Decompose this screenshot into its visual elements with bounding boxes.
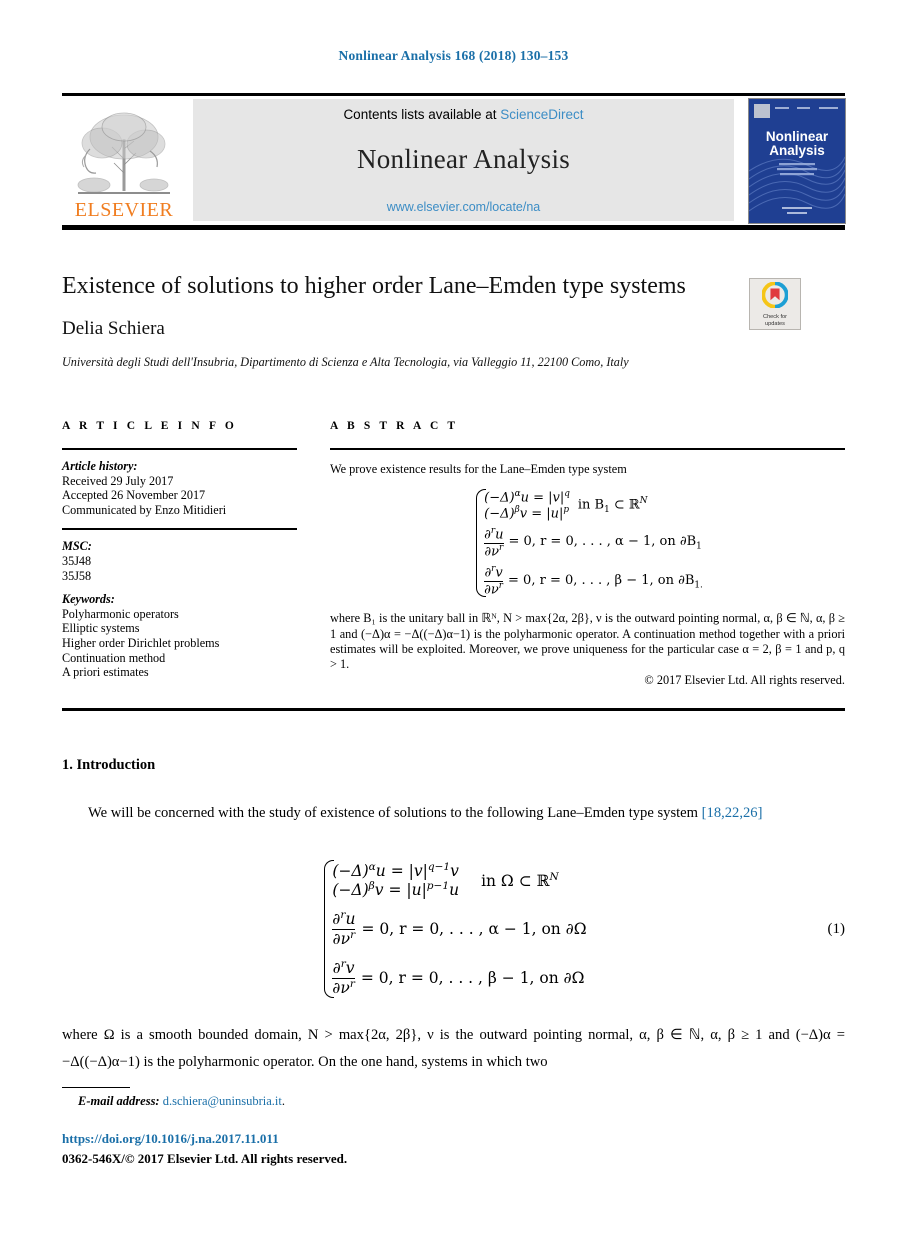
abstract-heading: A B S T R A C T (330, 420, 459, 432)
crossmark-label: Check for updates (750, 314, 800, 328)
article-info-rule (62, 448, 297, 450)
article-info-rule-2 (62, 528, 297, 531)
crossmark-icon (761, 281, 789, 309)
doi-link[interactable]: https://doi.org/10.1016/j.na.2017.11.011 (62, 1131, 279, 1147)
keyword-item: Higher order Dirichlet problems (62, 635, 220, 650)
eq1-row4: ∂rv ∂νr = 0, r = 0, . . . , β − 1, on ∂Ω (332, 958, 585, 998)
section-title-introduction: 1. Introduction (62, 757, 156, 773)
journal-cover-thumbnail[interactable]: Nonlinear Analysis (748, 98, 846, 224)
page-title: Existence of solutions to higher order L… (62, 273, 686, 299)
article-info-heading: A R T I C L E I N F O (62, 420, 237, 432)
issn-copyright-line: 0362-546X/© 2017 Elsevier Ltd. All right… (62, 1151, 348, 1166)
author-affiliation: Università degli Studi dell'Insubria, Di… (62, 355, 629, 369)
abstract-eq-row1: (−Δ)αu = |v|q (484, 488, 570, 506)
svg-text:Analysis: Analysis (769, 143, 825, 158)
journal-homepage-link[interactable]: www.elsevier.com/locate/na (193, 200, 734, 214)
system-brace (320, 858, 335, 1000)
journal-article-page: Nonlinear Analysis 168 (2018) 130–153 EL… (0, 0, 907, 1238)
email-period: . (281, 1094, 285, 1108)
abstract-copyright: © 2017 Elsevier Ltd. All rights reserved… (644, 673, 845, 688)
abstract-eq-row3: ∂ru ∂νr = 0, r = 0, . . . , α − 1, on ∂B… (484, 525, 702, 560)
keywords-group: Keywords: Polyharmonic operators Ellipti… (62, 592, 297, 680)
journal-masthead: Contents lists available at ScienceDirec… (193, 99, 734, 221)
email-footnote: E-mail address: d.schiera@uninsubria.it. (78, 1094, 285, 1109)
eq1-row2: (−Δ)βv = |u|p−1u (332, 880, 460, 900)
eq1-row3: ∂ru ∂νr = 0, r = 0, . . . , α − 1, on ∂Ω (332, 909, 587, 948)
masthead-bottom-rule (62, 225, 845, 230)
msc-code: 35J58 (62, 568, 92, 583)
article-history-item: Received 29 July 2017 (62, 473, 174, 488)
crossmark-label-line2: updates (765, 321, 785, 327)
keyword-item: Continuation method (62, 650, 166, 665)
msc-code: 35J48 (62, 553, 92, 568)
abstract-equation-system: (−Δ)αu = |v|q (−Δ)βv = |u|p in B1 ⊂ ℝN ∂… (330, 487, 845, 599)
abstract-eq-row4: ∂rv ∂νr = 0, r = 0, . . . , β − 1, on ∂B… (484, 564, 703, 598)
keyword-item: A priori estimates (62, 665, 149, 680)
article-info-column: A R T I C L E I N F O Article history: R… (62, 420, 297, 680)
abstract-eq-row2: (−Δ)βv = |u|p (484, 505, 570, 522)
footnote-rule (62, 1087, 130, 1089)
citation-link[interactable]: [18,22,26] (702, 805, 763, 821)
abstract-body-text: where B₁ is the unitary ball in ℝᴺ, N > … (330, 611, 845, 671)
keywords-label: Keywords: (62, 592, 115, 607)
svg-text:Nonlinear: Nonlinear (766, 129, 829, 144)
abstract-intro-text: We prove existence results for the Lane–… (330, 462, 627, 476)
system-brace (472, 487, 487, 599)
cover-artwork: Nonlinear Analysis (749, 99, 845, 223)
keyword-item: Polyharmonic operators (62, 606, 179, 621)
elsevier-logo: ELSEVIER (64, 99, 184, 221)
email-address-link[interactable]: d.schiera@uninsubria.it (163, 1094, 282, 1108)
contents-prefix: Contents lists available at (343, 107, 501, 122)
abstract-rule (330, 448, 845, 450)
abstract-column: A B S T R A C T We prove existence resul… (330, 420, 845, 688)
masthead-top-rule (62, 93, 845, 96)
article-history-item: Communicated by Enzo Mitidieri (62, 502, 227, 517)
email-label: E-mail address: (78, 1094, 160, 1108)
abstract-eq-domain: in B1 ⊂ ℝN (577, 495, 648, 515)
abstract-bottom-rule (62, 708, 845, 711)
article-history-item: Accepted 26 November 2017 (62, 488, 206, 503)
msc-group: MSC: 35J48 35J58 (62, 539, 297, 583)
author-name: Delia Schiera (62, 318, 165, 339)
journal-title: Nonlinear Analysis (356, 144, 571, 174)
introduction-paragraph: We will be concerned with the study of e… (62, 800, 845, 827)
article-history-label: Article history: (62, 459, 138, 473)
eq1-row1: (−Δ)αu = |v|q−1v (332, 861, 459, 881)
paragraph-after-equation: where Ω is a smooth bounded domain, N > … (62, 1027, 845, 1070)
article-history-group: Article history: Received 29 July 2017 A… (62, 459, 297, 517)
crossmark-badge[interactable]: Check for updates (749, 278, 801, 330)
equation-number: (1) (827, 920, 846, 937)
running-head: Nonlinear Analysis 168 (2018) 130–153 (338, 48, 569, 63)
sciencedirect-link[interactable]: ScienceDirect (500, 107, 583, 122)
msc-label: MSC: (62, 539, 92, 554)
crossmark-label-line1: Check for (763, 314, 787, 320)
introduction-text: We will be concerned with the study of e… (88, 805, 702, 821)
svg-text:ELSEVIER: ELSEVIER (75, 199, 174, 221)
elsevier-tree-icon: ELSEVIER (75, 112, 174, 221)
contents-list-line: Contents lists available at ScienceDirec… (193, 107, 734, 122)
eq1-domain: in Ω ⊂ ℝN (481, 870, 559, 890)
keyword-item: Elliptic systems (62, 621, 140, 636)
equation-1: (−Δ)αu = |v|q−1v (−Δ)βv = |u|p−1u in Ω ⊂… (62, 858, 845, 1000)
